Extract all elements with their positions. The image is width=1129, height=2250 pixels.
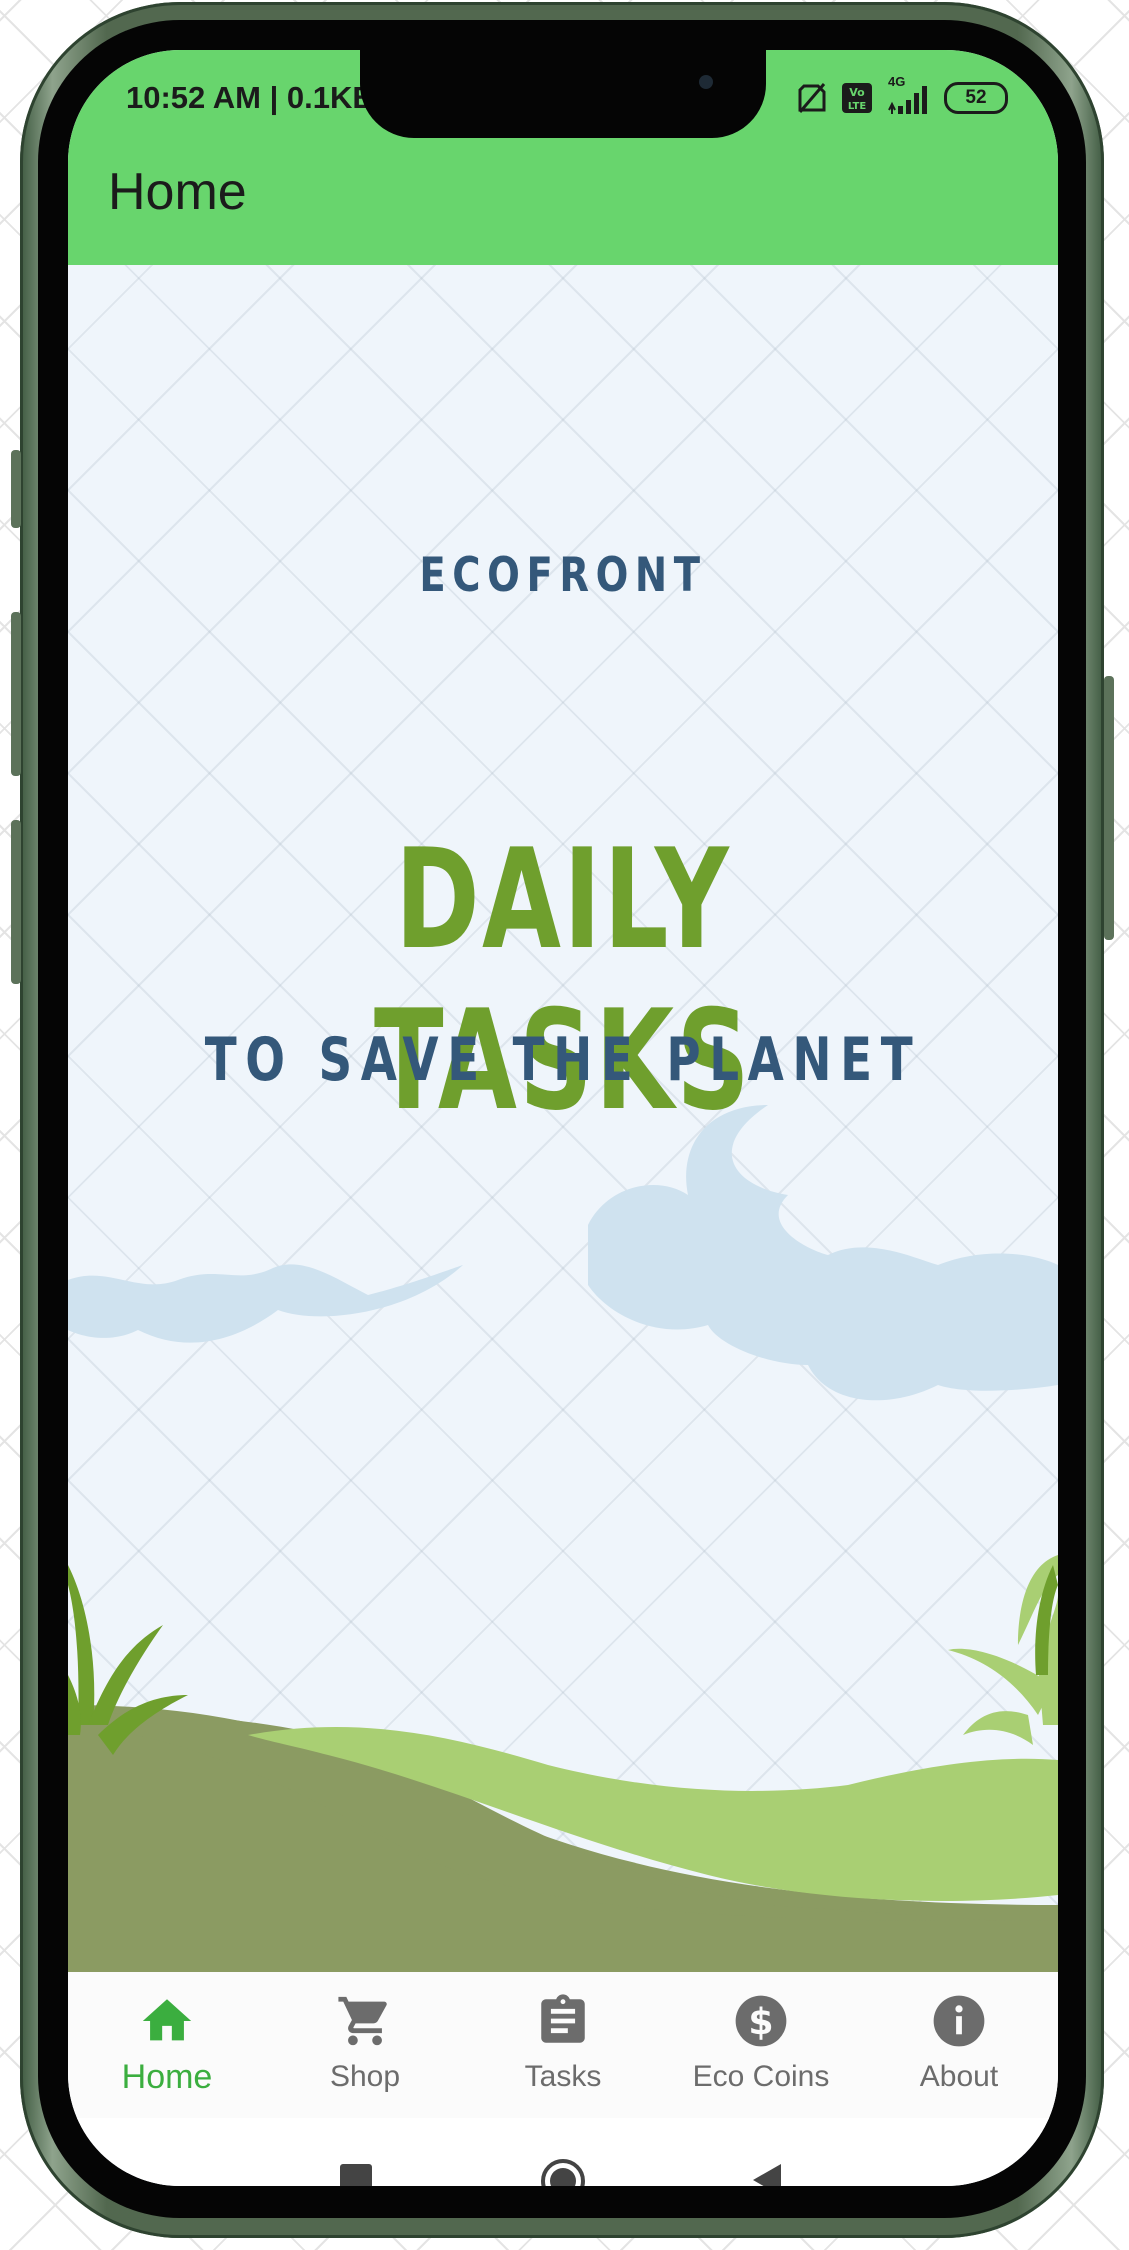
nav-item-shop[interactable]: Shop (266, 1972, 464, 2118)
home-circle-icon[interactable] (540, 2158, 586, 2186)
back-triangle-icon[interactable] (751, 2162, 783, 2186)
subheadline: TO SAVE THE PLANET (204, 1025, 922, 1095)
cart-icon (338, 1996, 387, 2046)
dollar-circle-icon: $ (735, 1995, 787, 2047)
info-icon (933, 1995, 985, 2047)
front-camera (699, 75, 713, 89)
svg-text:Vo: Vo (849, 86, 865, 99)
signal-icon: 4G (886, 74, 932, 116)
no-sim-icon (798, 83, 826, 113)
side-button-power (1104, 676, 1114, 940)
nav-item-tasks[interactable]: Tasks (464, 1972, 662, 2118)
nav-label-shop: Shop (329, 2060, 401, 2093)
hero-banner: ECOFRONT DAILY TASKS TO SAVE THE PLANET (68, 265, 1058, 1972)
nav-label-eco-coins: Eco Coins (692, 2060, 830, 2093)
nav-label-home: Home (121, 2058, 213, 2096)
side-button-mute (11, 450, 21, 528)
screen: 10:52 AM | 0.1KB/ Vo LTE 4G 52 Home ECOF… (68, 50, 1058, 2186)
volte-icon: Vo LTE (842, 83, 872, 113)
nav-label-tasks: Tasks (524, 2060, 602, 2093)
svg-text:$: $ (748, 2000, 773, 2043)
nav-label-about: About (919, 2060, 999, 2093)
cloud-left (68, 1264, 463, 1343)
status-time: 10:52 AM | 0.1KB/ (126, 80, 384, 115)
nav-item-about[interactable]: About (860, 1972, 1058, 2118)
cloud-right (588, 1105, 1058, 1401)
svg-text:LTE: LTE (848, 101, 867, 112)
page-title: Home (108, 163, 247, 221)
nav-item-eco-coins[interactable]: $ Eco Coins (662, 1972, 860, 2118)
status-icons: Vo LTE 4G 52 (796, 74, 1008, 118)
recents-square-icon[interactable] (340, 2164, 372, 2186)
camera-notch (360, 50, 766, 138)
clouds (68, 1105, 1058, 1401)
app-bar: 10:52 AM | 0.1KB/ Vo LTE 4G 52 Home (68, 50, 1058, 265)
bottom-nav: Home Shop Tasks $ Eco Coins About (68, 1972, 1058, 2120)
battery-icon: 52 (944, 82, 1008, 114)
battery-level: 52 (965, 87, 987, 108)
system-nav-bar (68, 2118, 1058, 2186)
brand-name: ECOFRONT (419, 548, 707, 603)
home-icon (142, 1999, 192, 2041)
clipboard-icon (541, 1994, 585, 2043)
side-button-volume-down (11, 820, 21, 984)
nav-item-home[interactable]: Home (68, 1972, 266, 2118)
side-button-volume-up (11, 612, 21, 776)
